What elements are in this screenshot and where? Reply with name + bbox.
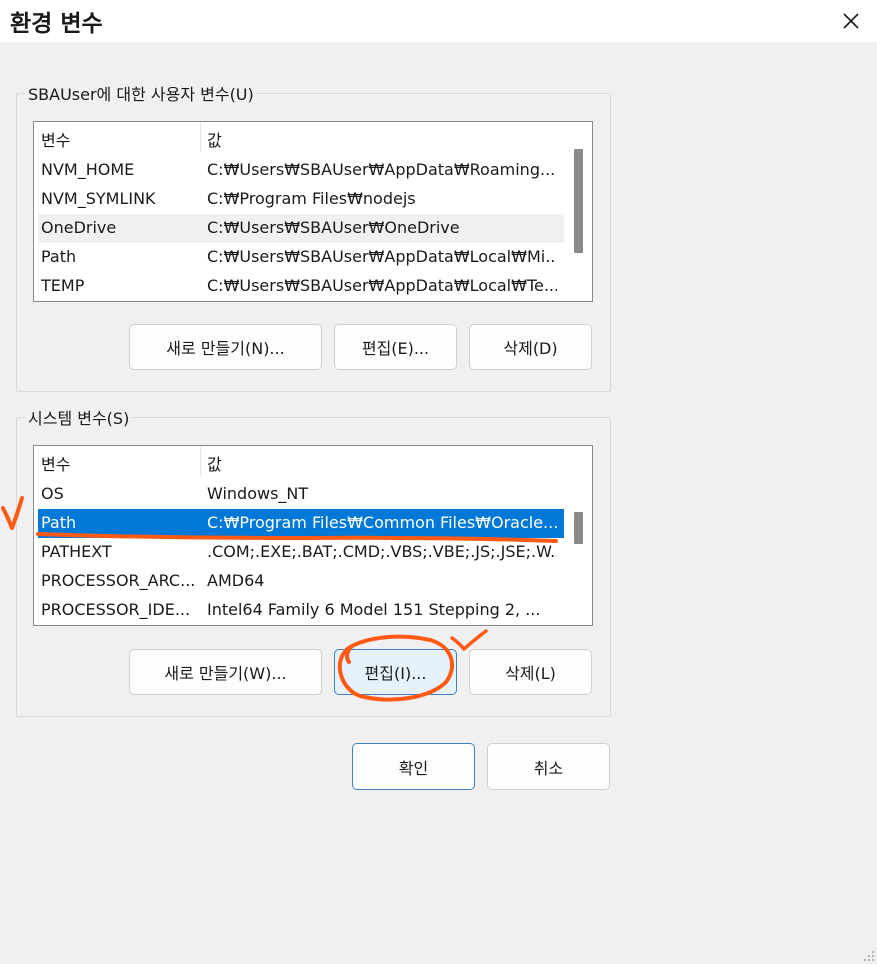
column-header-name[interactable]: 변수	[41, 451, 70, 475]
user-variables-group: SBAUser에 대한 사용자 변수(U) 변수 값 NVM_HOME C:₩U…	[16, 81, 611, 392]
scrollbar-thumb[interactable]	[574, 149, 583, 253]
list-item-system-processor-id[interactable]: PROCESSOR_IDE... Intel64 Family 6 Model …	[38, 596, 564, 625]
column-header-value[interactable]: 값	[207, 451, 222, 475]
variable-name: Path	[41, 513, 77, 532]
resize-grip-icon[interactable]	[863, 950, 875, 962]
variable-value: C:₩Users₩SBAUser₩OneDrive	[207, 218, 460, 237]
list-item-system-processor-arch[interactable]: PROCESSOR_ARC... AMD64	[38, 567, 564, 596]
scrollbar-thumb[interactable]	[574, 512, 583, 544]
list-item-user-temp[interactable]: TEMP C:₩Users₩SBAUser₩AppData₩Local₩Te..…	[38, 272, 564, 301]
variable-name: TEMP	[41, 276, 85, 295]
system-edit-button[interactable]: 편집(I)...	[334, 649, 457, 695]
system-variables-group: 시스템 변수(S) 변수 값 OS Windows_NT Path C:₩Pro…	[16, 405, 611, 717]
user-new-button[interactable]: 새로 만들기(N)...	[129, 324, 322, 370]
list-item-user-onedrive[interactable]: OneDrive C:₩Users₩SBAUser₩OneDrive	[38, 214, 564, 243]
close-button[interactable]	[825, 0, 877, 42]
list-item-system-os[interactable]: OS Windows_NT	[38, 480, 564, 509]
variable-value: AMD64	[207, 571, 265, 590]
variable-name: OneDrive	[41, 218, 117, 237]
variable-value: C:₩Users₩SBAUser₩AppData₩Roaming...	[207, 160, 556, 179]
close-icon	[843, 13, 859, 29]
list-item-user-nvm-symlink[interactable]: NVM_SYMLINK C:₩Program Files₩nodejs	[38, 185, 564, 214]
list-item-system-path[interactable]: Path C:₩Program Files₩Common Files₩Oracl…	[38, 509, 564, 538]
system-variables-label: 시스템 변수(S)	[26, 405, 132, 429]
system-delete-button[interactable]: 삭제(L)	[469, 649, 592, 695]
variable-value: C:₩Program Files₩Common Files₩Oracle...	[207, 513, 557, 532]
variable-value: C:₩Users₩SBAUser₩AppData₩Local₩Te...	[207, 276, 557, 295]
list-item-user-path[interactable]: Path C:₩Users₩SBAUser₩AppData₩Local₩Mi..…	[38, 243, 564, 272]
column-divider[interactable]	[200, 446, 201, 476]
variable-name: NVM_SYMLINK	[41, 189, 156, 208]
user-variables-list[interactable]: 변수 값 NVM_HOME C:₩Users₩SBAUser₩AppData₩R…	[33, 121, 593, 302]
user-list-scrollbar[interactable]	[564, 122, 592, 301]
system-new-button[interactable]: 새로 만들기(W)...	[129, 649, 322, 695]
list-header: 변수 값	[34, 446, 564, 476]
user-edit-button[interactable]: 편집(E)...	[334, 324, 457, 370]
list-header: 변수 값	[34, 122, 564, 152]
list-item-system-pathext[interactable]: PATHEXT .COM;.EXE;.BAT;.CMD;.VBS;.VBE;.J…	[38, 538, 564, 567]
system-list-scrollbar[interactable]	[564, 446, 592, 625]
ok-button[interactable]: 확인	[352, 743, 475, 790]
system-variables-list[interactable]: 변수 값 OS Windows_NT Path C:₩Program Files…	[33, 445, 593, 626]
window-title: 환경 변수	[10, 11, 103, 37]
cancel-button[interactable]: 취소	[487, 743, 610, 790]
variable-value: C:₩Program Files₩nodejs	[207, 189, 416, 208]
variable-value: .COM;.EXE;.BAT;.CMD;.VBS;.VBE;.JS;.JSE;.…	[207, 542, 557, 561]
user-variables-label: SBAUser에 대한 사용자 변수(U)	[26, 81, 256, 105]
variable-value: Windows_NT	[207, 484, 309, 503]
column-divider[interactable]	[200, 122, 201, 152]
list-item-user-nvm-home[interactable]: NVM_HOME C:₩Users₩SBAUser₩AppData₩Roamin…	[38, 156, 564, 185]
column-header-name[interactable]: 변수	[41, 127, 70, 151]
variable-name: PATHEXT	[41, 542, 112, 561]
variable-name: OS	[41, 484, 64, 503]
variable-name: Path	[41, 247, 77, 266]
variable-name: PROCESSOR_IDE...	[41, 600, 191, 619]
variable-name: NVM_HOME	[41, 160, 135, 179]
user-delete-button[interactable]: 삭제(D)	[469, 324, 592, 370]
variable-name: PROCESSOR_ARC...	[41, 571, 196, 590]
variable-value: Intel64 Family 6 Model 151 Stepping 2, .…	[207, 600, 541, 619]
column-header-value[interactable]: 값	[207, 127, 222, 151]
title-bar: 환경 변수	[0, 0, 877, 42]
variable-value: C:₩Users₩SBAUser₩AppData₩Local₩Mi...	[207, 247, 557, 266]
